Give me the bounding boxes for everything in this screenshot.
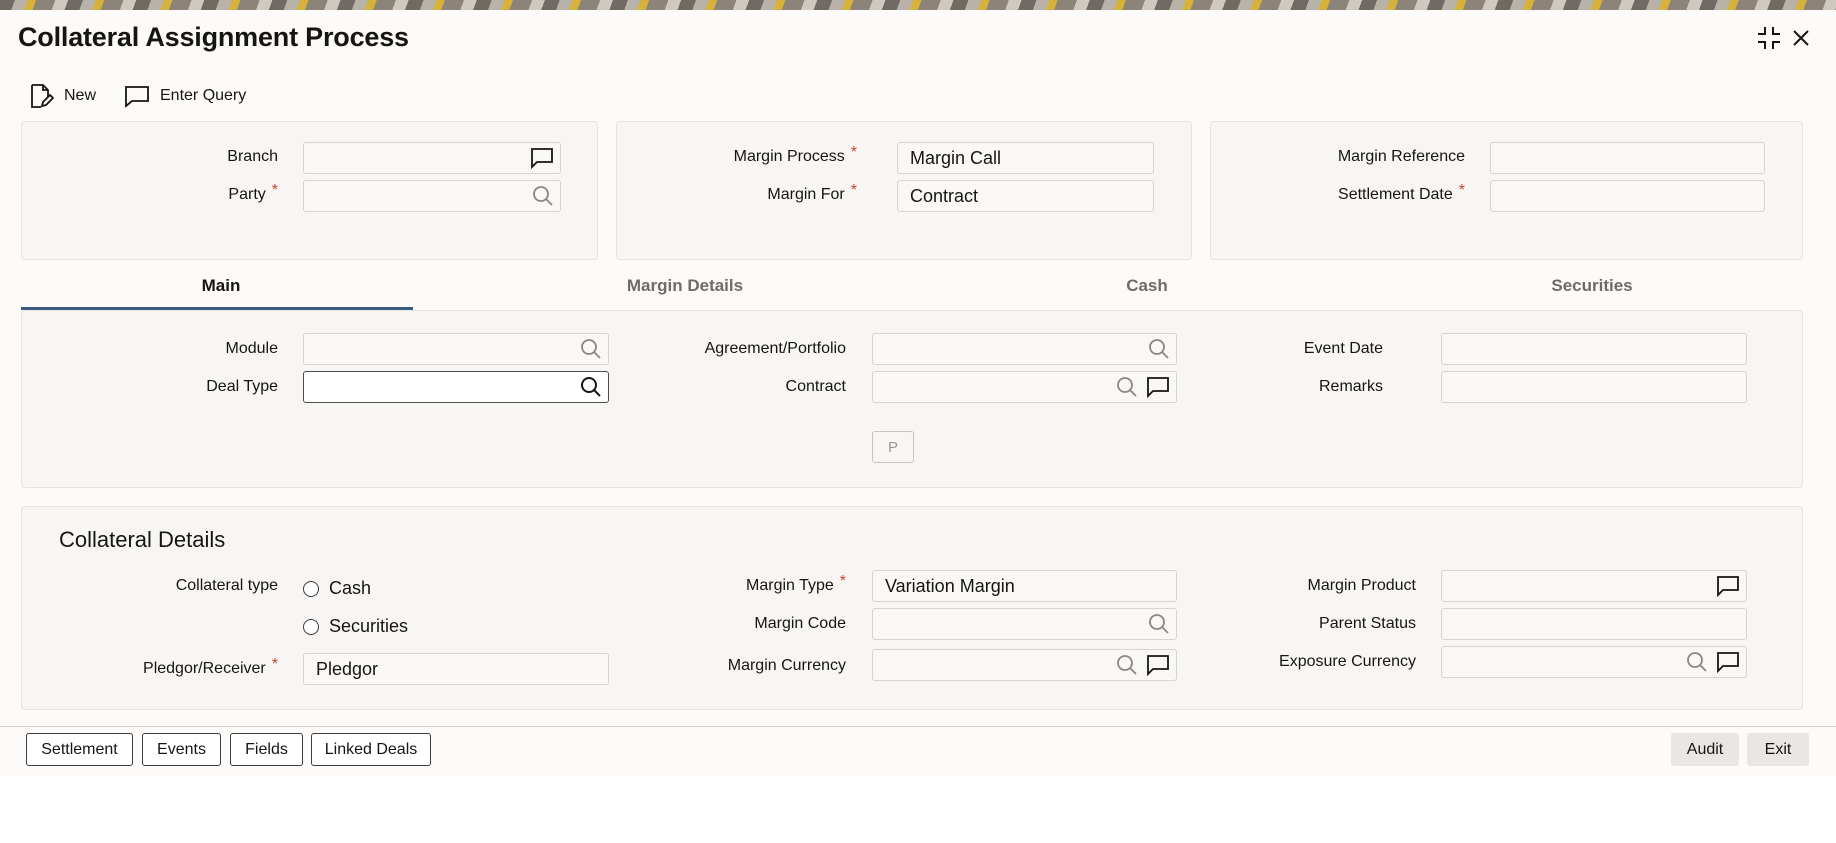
remarks-field[interactable] <box>1441 371 1747 403</box>
securities-option-label: Securities <box>329 616 409 636</box>
module-field[interactable] <box>303 333 609 365</box>
event-date-field <box>1441 333 1747 365</box>
events-button[interactable]: Events <box>142 733 221 766</box>
search-icon[interactable] <box>1148 613 1170 635</box>
tab-main[interactable]: Main <box>21 276 421 310</box>
collateral-details-title: Collateral Details <box>59 527 226 552</box>
comment-icon[interactable] <box>1716 575 1740 597</box>
agreement-portfolio-label: Agreement/Portfolio <box>704 340 846 357</box>
parent-status-label: Parent Status <box>1319 615 1416 632</box>
new-button[interactable]: New <box>28 80 96 112</box>
new-label: New <box>64 87 97 104</box>
deal-type-label: Deal Type <box>206 378 278 395</box>
radio-button-icon[interactable] <box>303 618 319 635</box>
party-label: Party * <box>228 182 278 203</box>
p-button[interactable]: P <box>872 431 914 463</box>
search-icon[interactable] <box>580 338 602 360</box>
tab-securities[interactable]: Securities <box>1392 276 1792 310</box>
radio-button-icon[interactable] <box>303 580 319 597</box>
search-icon[interactable] <box>1116 376 1138 398</box>
margin-code-field[interactable] <box>872 608 1177 640</box>
new-document-icon <box>28 83 54 109</box>
contract-label: Contract <box>785 378 846 395</box>
margin-code-label: Margin Code <box>754 615 846 632</box>
comment-icon[interactable] <box>530 147 554 169</box>
parent-status-field <box>1441 608 1747 640</box>
query-bubble-icon <box>124 84 150 108</box>
tab-cash[interactable]: Cash <box>947 276 1347 310</box>
enter-query-button[interactable]: Enter Query <box>124 80 246 112</box>
header-decorative-strip <box>0 0 1836 10</box>
search-icon[interactable] <box>580 376 602 398</box>
deal-type-field[interactable] <box>303 371 609 403</box>
branch-label: Branch <box>227 148 278 165</box>
margin-for-label: Margin For * <box>767 182 857 203</box>
audit-button[interactable]: Audit <box>1671 733 1739 766</box>
exit-button[interactable]: Exit <box>1747 733 1809 766</box>
margin-reference-label: Margin Reference <box>1337 148 1465 165</box>
enter-query-label: Enter Query <box>160 87 247 104</box>
settlement-button[interactable]: Settlement <box>26 733 133 766</box>
exposure-currency-field[interactable] <box>1441 646 1747 678</box>
search-icon[interactable] <box>1116 654 1138 676</box>
page-title: Collateral Assignment Process <box>18 22 409 52</box>
comment-icon[interactable] <box>1146 654 1170 676</box>
collateral-assignment-window: Collateral Assignment Process New Enter … <box>0 0 1836 776</box>
pledgor-receiver-field: Pledgor <box>303 653 609 685</box>
pledgor-receiver-label: Pledgor/Receiver * <box>143 656 278 677</box>
module-label: Module <box>225 340 278 357</box>
settlement-date-label: Settlement Date * <box>1338 182 1465 203</box>
margin-product-label: Margin Product <box>1307 577 1417 594</box>
collateral-type-label: Collateral type <box>175 577 278 594</box>
linked-deals-button[interactable]: Linked Deals <box>311 733 431 766</box>
collateral-type-securities-radio[interactable]: Securities <box>303 616 408 637</box>
event-date-label: Event Date <box>1303 340 1383 357</box>
exposure-currency-label: Exposure Currency <box>1279 653 1416 670</box>
margin-currency-label: Margin Currency <box>727 657 846 674</box>
cash-option-label: Cash <box>329 578 372 598</box>
agreement-portfolio-field[interactable] <box>872 333 1177 365</box>
comment-icon[interactable] <box>1716 651 1740 673</box>
margin-product-field[interactable] <box>1441 570 1747 602</box>
comment-icon[interactable] <box>1146 376 1170 398</box>
settlement-date-field <box>1490 180 1765 212</box>
branch-field[interactable] <box>303 142 561 174</box>
margin-process-field: Margin Call <box>897 142 1154 174</box>
margin-reference-field <box>1490 142 1765 174</box>
close-icon[interactable] <box>1787 24 1815 52</box>
margin-currency-field[interactable] <box>872 649 1177 681</box>
margin-for-field: Contract <box>897 180 1154 212</box>
search-icon[interactable] <box>1686 651 1708 673</box>
search-icon[interactable] <box>1148 338 1170 360</box>
contract-field[interactable] <box>872 371 1177 403</box>
fields-button[interactable]: Fields <box>230 733 303 766</box>
search-icon[interactable] <box>532 185 554 207</box>
party-field[interactable] <box>303 180 561 212</box>
collateral-type-cash-radio[interactable]: Cash <box>303 578 371 599</box>
remarks-label: Remarks <box>1318 378 1383 395</box>
margin-type-field: Variation Margin <box>872 570 1177 602</box>
margin-process-label: Margin Process * <box>733 144 857 165</box>
margin-type-label: Margin Type * <box>746 573 846 594</box>
collapse-arrows-icon[interactable] <box>1755 24 1783 52</box>
tab-margin-details[interactable]: Margin Details <box>485 276 885 310</box>
